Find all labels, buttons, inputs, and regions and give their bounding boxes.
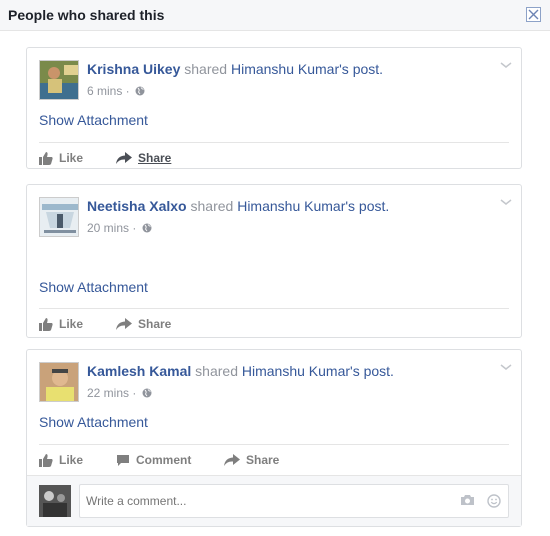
share-button[interactable]: Share <box>224 453 279 467</box>
thumbs-up-icon <box>39 317 53 331</box>
like-button[interactable]: Like <box>39 453 83 467</box>
comment-label: Comment <box>136 453 192 467</box>
like-label: Like <box>59 317 84 331</box>
like-label: Like <box>59 453 84 467</box>
share-button[interactable]: Share <box>116 317 171 331</box>
divider <box>39 142 509 143</box>
comment-icon <box>117 454 129 466</box>
comment-input[interactable] <box>79 484 509 518</box>
camera-icon[interactable] <box>460 494 475 506</box>
shares-list: Krishna Uikey shared Himanshu Kumar's po… <box>0 31 550 536</box>
globe-icon <box>142 388 152 398</box>
post-owner-link[interactable]: Himanshu Kumar <box>242 363 350 379</box>
like-label: Like <box>59 151 84 165</box>
globe-icon <box>142 223 152 233</box>
actor-name[interactable]: Krishna Uikey <box>87 61 180 77</box>
timestamp-text: 20 mins · <box>87 221 140 235</box>
thumbs-up-icon <box>39 453 53 467</box>
share-label: Share <box>138 317 172 331</box>
share-arrow-icon <box>224 454 240 466</box>
like-button[interactable]: Like <box>39 317 83 331</box>
timestamp-text: 6 mins · <box>87 84 134 98</box>
share-headline: Krishna Uikey shared Himanshu Kumar's po… <box>87 61 383 77</box>
share-verb: shared <box>191 363 242 379</box>
like-button[interactable]: Like <box>39 151 83 165</box>
post-link[interactable]: 's post. <box>350 363 394 379</box>
close-icon <box>528 9 539 20</box>
divider <box>39 444 509 445</box>
post-owner-link[interactable]: Himanshu Kumar <box>237 198 345 214</box>
avatar[interactable] <box>39 362 79 402</box>
actor-name[interactable]: Kamlesh Kamal <box>87 363 191 379</box>
avatar[interactable] <box>39 197 79 237</box>
comment-button[interactable]: Comment <box>116 453 191 467</box>
share-button[interactable]: Share <box>116 151 171 165</box>
current-user-avatar <box>39 485 71 517</box>
share-label: Share <box>138 151 172 165</box>
comment-tools <box>460 494 501 508</box>
dialog-header: People who shared this <box>0 0 550 31</box>
globe-icon <box>135 86 145 96</box>
divider <box>39 308 509 309</box>
avatar[interactable] <box>39 60 79 100</box>
share-item: Krishna Uikey shared Himanshu Kumar's po… <box>26 47 522 169</box>
chevron-down-icon[interactable] <box>499 362 513 372</box>
emoji-icon[interactable] <box>487 494 501 508</box>
chevron-down-icon[interactable] <box>499 197 513 207</box>
share-verb: shared <box>180 61 231 77</box>
comment-composer <box>27 475 521 526</box>
share-item: Kamlesh Kamal shared Himanshu Kumar's po… <box>26 349 522 527</box>
timestamp-text: 22 mins · <box>87 386 140 400</box>
close-button[interactable] <box>526 7 541 22</box>
timestamp[interactable]: 22 mins · <box>87 386 152 400</box>
thumbs-up-icon <box>39 151 53 165</box>
share-headline: Kamlesh Kamal shared Himanshu Kumar's po… <box>87 363 394 379</box>
share-item: Neetisha Xalxo shared Himanshu Kumar's p… <box>26 184 522 338</box>
timestamp[interactable]: 6 mins · <box>87 84 145 98</box>
show-attachment-link[interactable]: Show Attachment <box>39 279 148 295</box>
share-arrow-icon <box>116 152 132 164</box>
post-owner-link[interactable]: Himanshu Kumar <box>231 61 339 77</box>
share-headline: Neetisha Xalxo shared Himanshu Kumar's p… <box>87 198 389 214</box>
share-arrow-icon <box>116 318 132 330</box>
show-attachment-link[interactable]: Show Attachment <box>39 112 148 128</box>
timestamp[interactable]: 20 mins · <box>87 221 152 235</box>
show-attachment-link[interactable]: Show Attachment <box>39 414 148 430</box>
share-label: Share <box>246 453 280 467</box>
chevron-down-icon[interactable] <box>499 60 513 70</box>
post-link[interactable]: 's post. <box>339 61 383 77</box>
share-verb: shared <box>186 198 238 214</box>
dialog-title: People who shared this <box>8 7 165 23</box>
actor-name[interactable]: Neetisha Xalxo <box>87 198 187 214</box>
post-link[interactable]: 's post. <box>345 198 389 214</box>
